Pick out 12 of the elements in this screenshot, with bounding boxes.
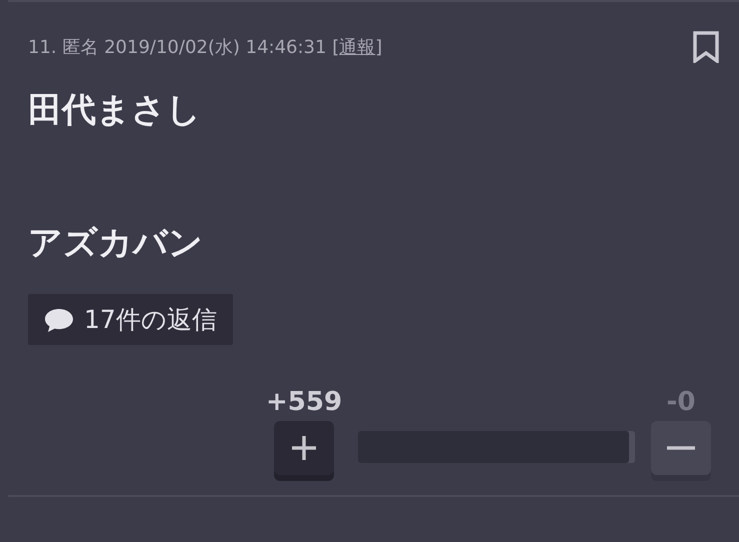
upvote-count: +559 [266,387,342,417]
report-link[interactable]: 通報 [339,37,376,58]
downvote-count: -0 [666,387,696,417]
post-text: アズカバン [28,222,204,265]
replies-button[interactable]: 17件の返信 [28,294,233,345]
minus-icon [666,445,696,451]
upvote-button[interactable] [274,421,334,475]
post-meta: 11. 匿名 2019/10/02(水) 14:46:31 [通報] [28,36,382,59]
downvote-button[interactable] [651,421,711,475]
speech-bubble-icon [44,306,74,332]
post-text: 田代まさし [28,89,202,132]
bookmark-icon[interactable] [693,31,719,63]
